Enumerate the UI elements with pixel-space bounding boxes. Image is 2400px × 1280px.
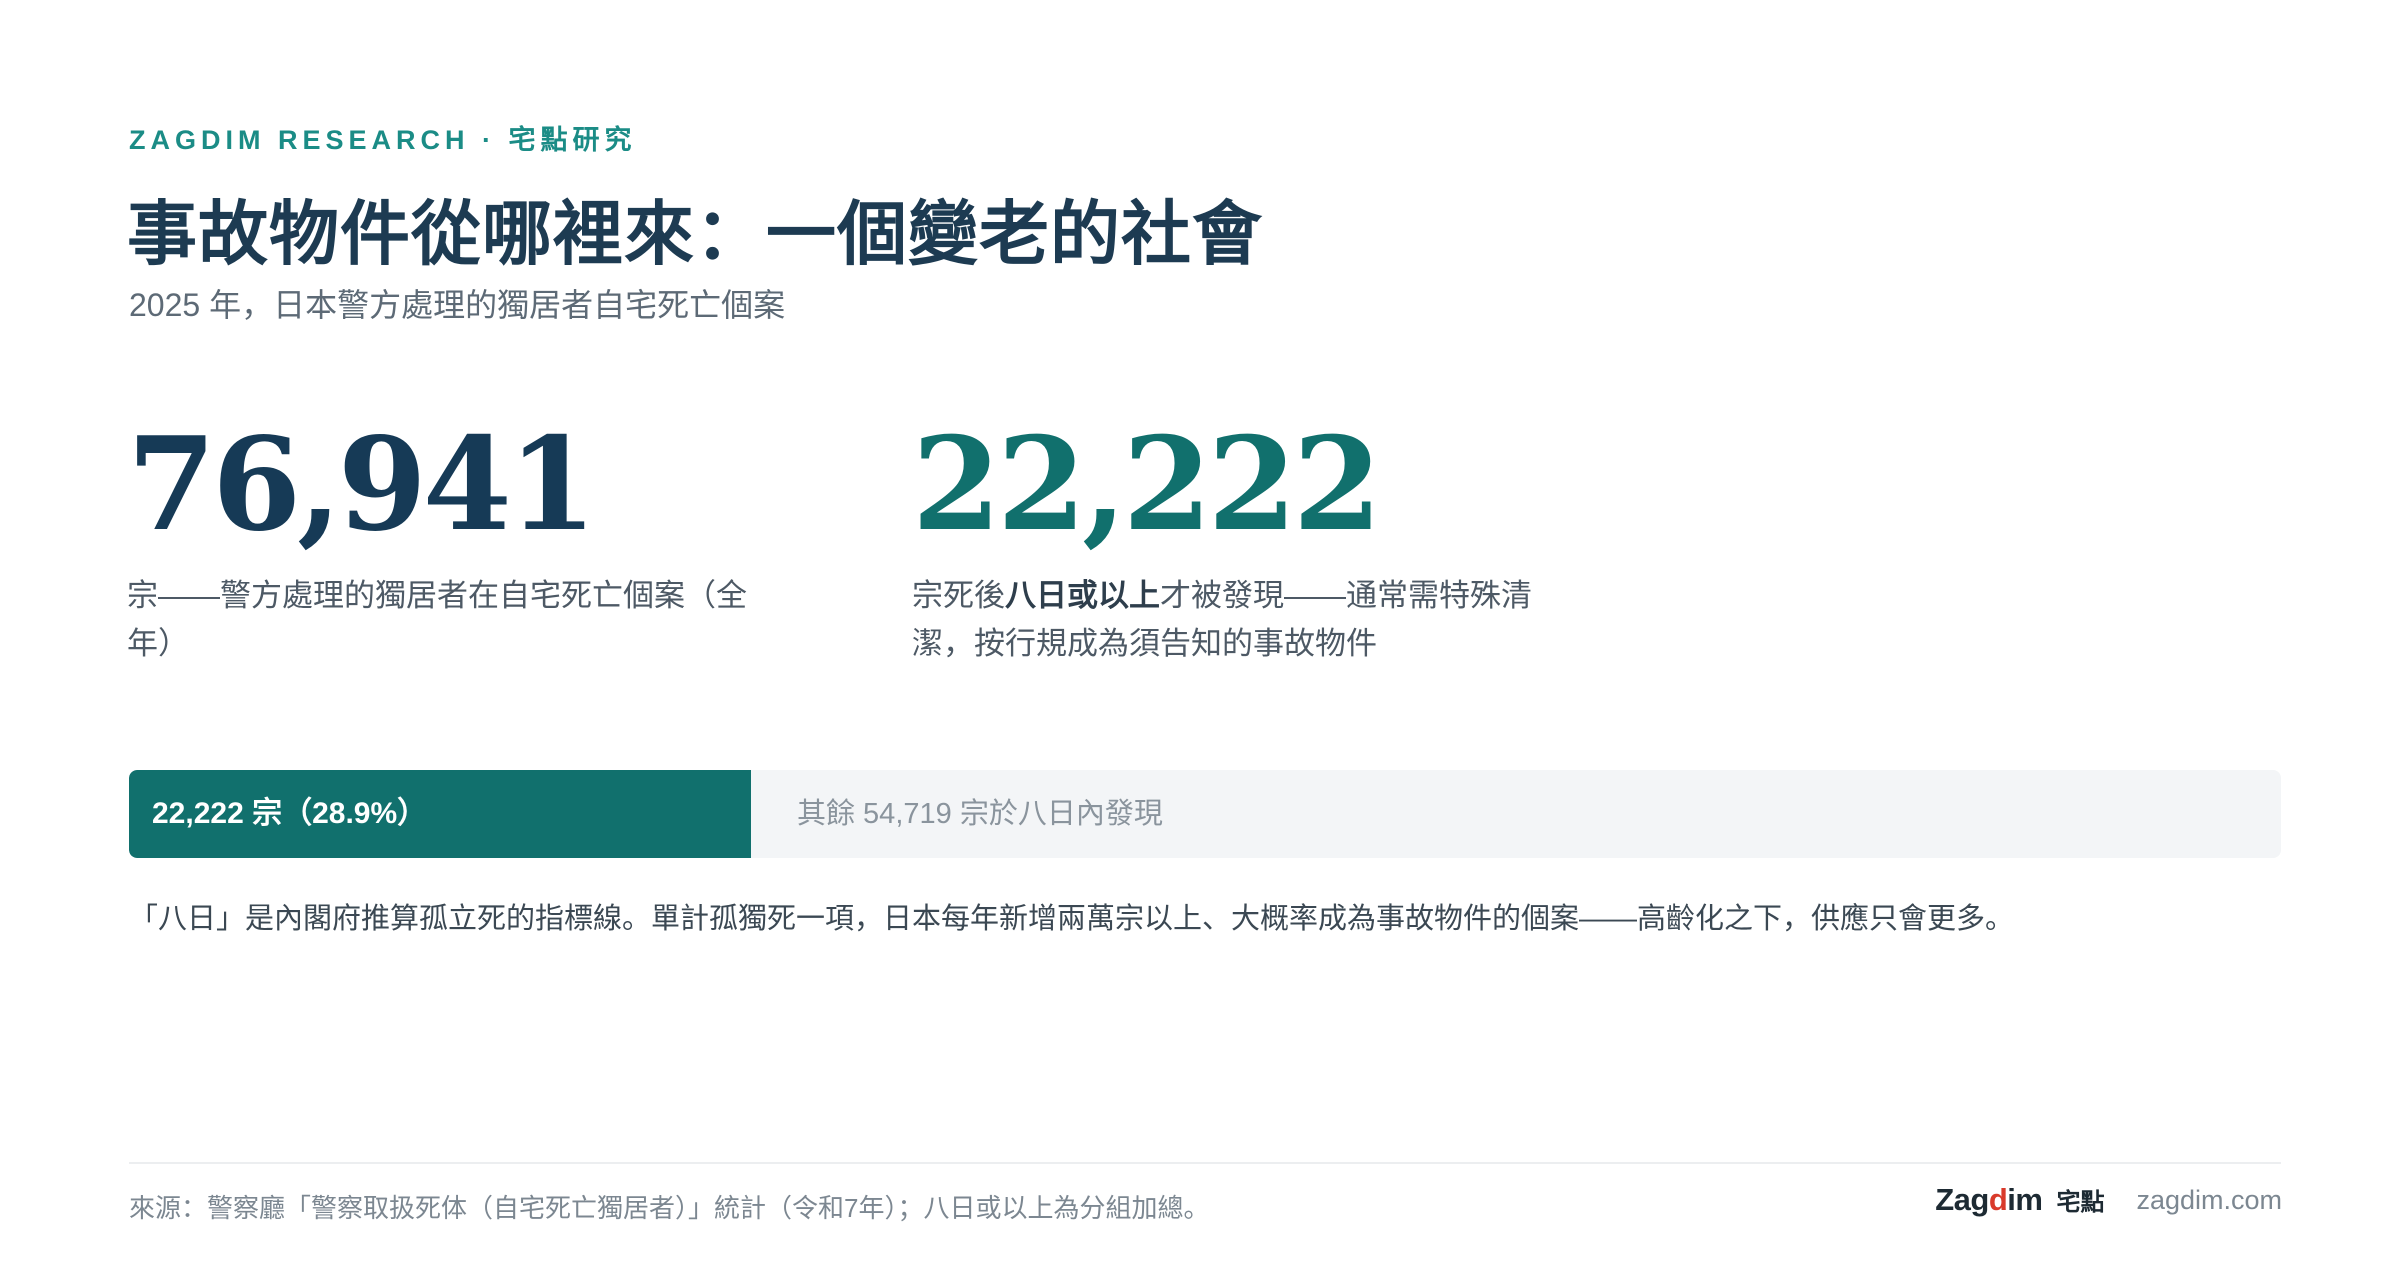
- logo-cjk: 宅點: [2056, 1189, 2105, 1216]
- stat-late-desc-before: 宗死後: [912, 578, 1005, 613]
- footer-brand: Zagdim 宅點 zagdim.com: [1935, 1182, 2282, 1218]
- page-subtitle: 2025 年，日本警方處理的獨居者自宅死亡個案: [129, 287, 786, 323]
- share-bar-fill: 22,222 宗（28.9%）: [129, 770, 751, 858]
- stat-total-value: 76,941: [127, 410, 597, 560]
- share-bar-rest-label: 其餘 54,719 宗於八日內發現: [797, 798, 1163, 830]
- brand-kicker: ZAGDIM RESEARCH · 宅點研究: [129, 125, 637, 155]
- logo-accent-letter: d: [1988, 1182, 2008, 1217]
- stat-total: 76,941 宗——警方處理的獨居者在自宅死亡個案（全年）: [127, 410, 767, 668]
- page-title: 事故物件從哪裡來：一個變老的社會: [127, 192, 1263, 275]
- logo-wordmark: Zagdim: [1935, 1182, 2043, 1218]
- zagdim-logo: Zagdim 宅點: [1935, 1182, 2104, 1218]
- explanatory-note: 「八日」是內閣府推算孤立死的指標線。單計孤獨死一項，日本每年新增兩萬宗以上、大概…: [129, 903, 2015, 935]
- stat-late: 22,222 宗死後八日或以上才被發現——通常需特殊清潔，按行規成為須告知的事故…: [912, 410, 1552, 668]
- share-bar: 22,222 宗（28.9%） 其餘 54,719 宗於八日內發現: [129, 770, 2281, 858]
- footer-divider: [129, 1162, 2281, 1164]
- share-bar-fill-label: 22,222 宗（28.9%）: [152, 797, 428, 830]
- site-url: zagdim.com: [2136, 1184, 2282, 1215]
- source-note: 來源：警察廳「警察取扱死体（自宅死亡獨居者）」統計（令和7年）；八日或以上為分組…: [129, 1193, 1210, 1223]
- stat-late-desc: 宗死後八日或以上才被發現——通常需特殊清潔，按行規成為須告知的事故物件: [912, 572, 1552, 668]
- logo-suffix: im: [2007, 1182, 2043, 1217]
- stat-total-desc: 宗——警方處理的獨居者在自宅死亡個案（全年）: [127, 578, 747, 661]
- page: ZAGDIM RESEARCH · 宅點研究 事故物件從哪裡來：一個變老的社會 …: [0, 0, 2400, 1280]
- stat-late-value: 22,222: [912, 410, 1382, 560]
- logo-prefix: Zag: [1935, 1182, 1989, 1217]
- stat-late-desc-emphasis: 八日或以上: [1005, 578, 1160, 613]
